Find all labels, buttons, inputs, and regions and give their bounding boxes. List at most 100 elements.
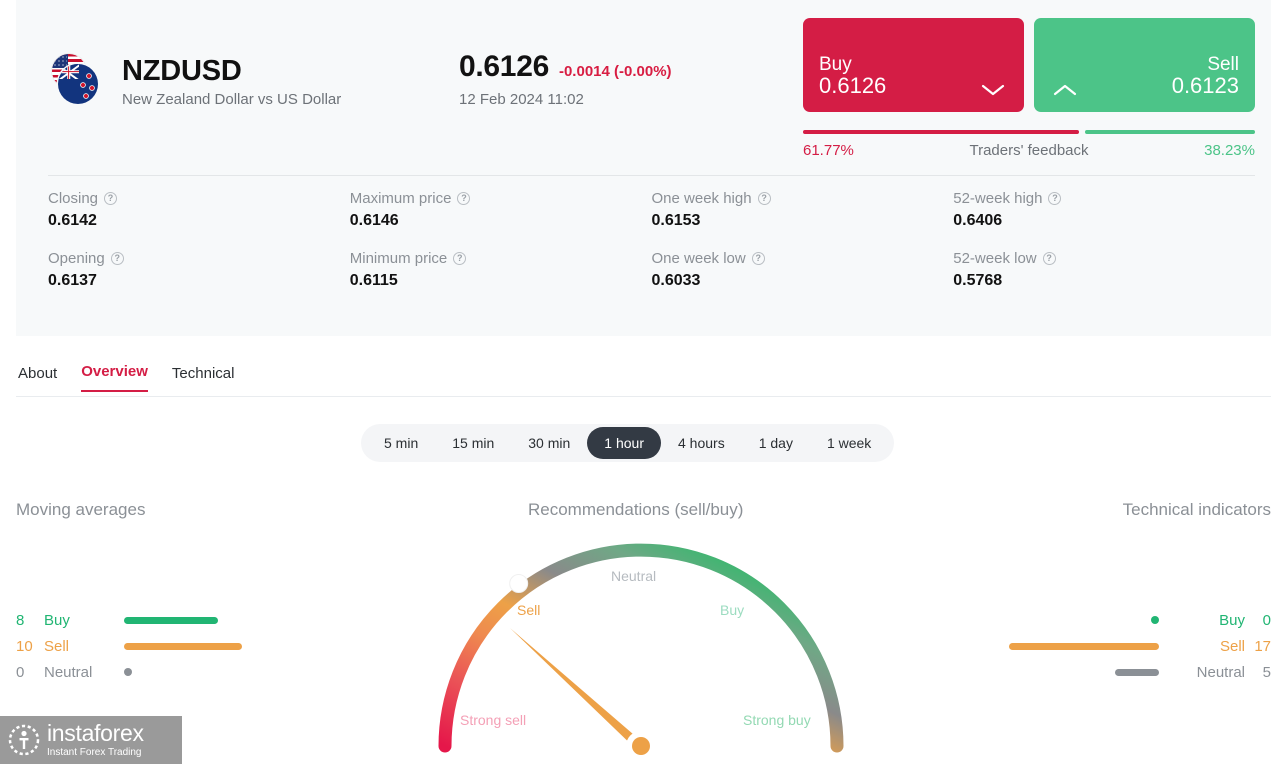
stat-value: 0.5768: [953, 272, 1003, 289]
watermark-tagline: Instant Forex Trading: [47, 747, 142, 758]
chevron-up-icon: [1053, 84, 1077, 96]
feedback-title: Traders' feedback: [969, 142, 1089, 159]
help-icon[interactable]: ?: [757, 192, 771, 205]
nzd-usd-flags-icon: [44, 52, 100, 108]
ti-bar: [1151, 616, 1159, 624]
stat-label-text: Opening: [48, 250, 105, 267]
page-root: NZDUSD New Zealand Dollar vs US Dollar 0…: [0, 0, 1287, 764]
moving-average-row: 10 Sell: [16, 633, 276, 659]
help-icon[interactable]: ?: [110, 252, 124, 265]
instaforex-logo-icon: [8, 724, 40, 756]
gauge-hub: [632, 737, 650, 755]
ma-name: Sell: [44, 637, 70, 655]
ti-bar: [1009, 642, 1159, 650]
help-icon[interactable]: ?: [104, 192, 118, 205]
technical-indicators-list: Buy 0 Sell 17 Neutral 5: [991, 607, 1271, 685]
stat-cell: Closing? 0.6142: [48, 190, 350, 230]
instrument-block: NZDUSD New Zealand Dollar vs US Dollar: [122, 54, 341, 108]
stat-cell: Opening? 0.6137: [48, 250, 350, 290]
stat-label-text: Maximum price: [349, 190, 452, 207]
ti-name: Sell: [1219, 637, 1245, 655]
ti-bar: [1114, 668, 1159, 676]
moving-averages-title: Moving averages: [16, 500, 146, 519]
stat-label: 52-week low?: [953, 250, 1255, 267]
stat-value: 0.6146: [349, 212, 399, 229]
gauge-label-strong-sell: Strong sell: [460, 712, 527, 728]
trade-panel: Buy 0.6126 Sell 0.6123 61.77% Traders' f…: [803, 18, 1255, 159]
help-icon[interactable]: ?: [457, 192, 471, 205]
ma-bar: [124, 668, 132, 676]
gauge-needle: [510, 628, 641, 751]
stat-label: One week high?: [652, 190, 954, 207]
stat-label-text: Closing: [48, 190, 99, 207]
timeframe-5-min[interactable]: 5 min: [367, 427, 435, 459]
ti-name: Buy: [1219, 611, 1245, 629]
feedback-bar: [803, 130, 1255, 134]
ma-bar: [124, 616, 219, 624]
technical-indicator-row: Neutral 5: [991, 659, 1271, 685]
stat-label: Opening?: [48, 250, 350, 267]
ma-name: Buy: [44, 611, 70, 629]
chevron-down-icon: [981, 84, 1005, 96]
stat-value: 0.6115: [349, 272, 398, 289]
timeframe-15-min[interactable]: 15 min: [435, 427, 511, 459]
buy-price: 0.6126: [819, 73, 887, 98]
quote-card: NZDUSD New Zealand Dollar vs US Dollar 0…: [16, 0, 1271, 336]
feedback-bar-sell: [1084, 130, 1255, 134]
sell-price: 0.6123: [1171, 73, 1239, 98]
stat-label-text: 52-week low: [953, 250, 1037, 267]
help-icon[interactable]: ?: [1042, 252, 1056, 265]
gauge-label-sell: Sell: [517, 602, 541, 618]
recommendations-gauge: Neutral Sell Buy Strong sell Strong buy: [415, 528, 867, 764]
stat-value: 0.6406: [953, 212, 1003, 229]
tab-overview[interactable]: Overview: [81, 363, 148, 392]
stat-cell: Minimum price? 0.6115: [350, 250, 652, 290]
buy-button[interactable]: Buy 0.6126: [803, 18, 1024, 112]
ma-count: 0: [16, 663, 25, 681]
timeframe-30-min[interactable]: 30 min: [511, 427, 587, 459]
help-icon[interactable]: ?: [751, 252, 765, 265]
ti-name: Neutral: [1196, 663, 1245, 681]
quote-timestamp: 12 Feb 2024 11:02: [459, 91, 584, 108]
section-tabs: About Overview Technical: [18, 363, 234, 392]
card-divider: [48, 175, 1255, 176]
ma-count: 8: [16, 611, 25, 629]
stat-label-text: Minimum price: [349, 250, 448, 267]
stat-value: 0.6142: [48, 212, 97, 229]
gauge-zone-marker: [509, 574, 529, 593]
stat-label: Maximum price?: [350, 190, 652, 207]
stat-cell: 52-week high? 0.6406: [953, 190, 1255, 230]
watermark-name: instaforex: [47, 720, 144, 746]
price-block: 0.6126 -0.0014 (-0.00%) 12 Feb 2024 11:0…: [459, 50, 672, 108]
stat-value: 0.6033: [651, 272, 701, 289]
stat-label: One week low?: [652, 250, 954, 267]
timeframe-4-hours[interactable]: 4 hours: [661, 427, 742, 459]
ma-name: Neutral: [44, 663, 93, 681]
timeframe-1-week[interactable]: 1 week: [810, 427, 888, 459]
price-change: -0.0014 (-0.00%): [558, 63, 672, 80]
gauge-label-buy: Buy: [720, 602, 745, 618]
quote-header: NZDUSD New Zealand Dollar vs US Dollar 0…: [16, 0, 1271, 175]
stat-label-text: One week high: [651, 190, 752, 207]
ti-count: 17: [1254, 637, 1271, 655]
timeframe-1-day[interactable]: 1 day: [742, 427, 810, 459]
tabs-rule: [16, 396, 1271, 397]
sell-button[interactable]: Sell 0.6123: [1034, 18, 1255, 112]
stat-cell: One week low? 0.6033: [652, 250, 954, 290]
moving-average-row: 8 Buy: [16, 607, 276, 633]
help-icon[interactable]: ?: [1048, 192, 1062, 205]
stat-label: Minimum price?: [350, 250, 652, 267]
tab-about[interactable]: About: [18, 365, 57, 392]
timeframe-1-hour[interactable]: 1 hour: [587, 427, 661, 459]
stat-value: 0.6153: [651, 212, 701, 229]
tab-technical[interactable]: Technical: [172, 365, 235, 392]
feedback-buy-percent: 61.77%: [803, 142, 854, 159]
moving-averages-list: 8 Buy 10 Sell 0 Neutral: [16, 607, 276, 685]
stat-label-text: One week low: [651, 250, 746, 267]
instaforex-watermark: instaforex Instant Forex Trading: [0, 716, 182, 764]
help-icon[interactable]: ?: [453, 252, 467, 265]
stat-cell: 52-week low? 0.5768: [953, 250, 1255, 290]
stat-label: 52-week high?: [953, 190, 1255, 207]
gauge-svg: [438, 543, 844, 761]
technical-indicators-title: Technical indicators: [1122, 500, 1271, 519]
